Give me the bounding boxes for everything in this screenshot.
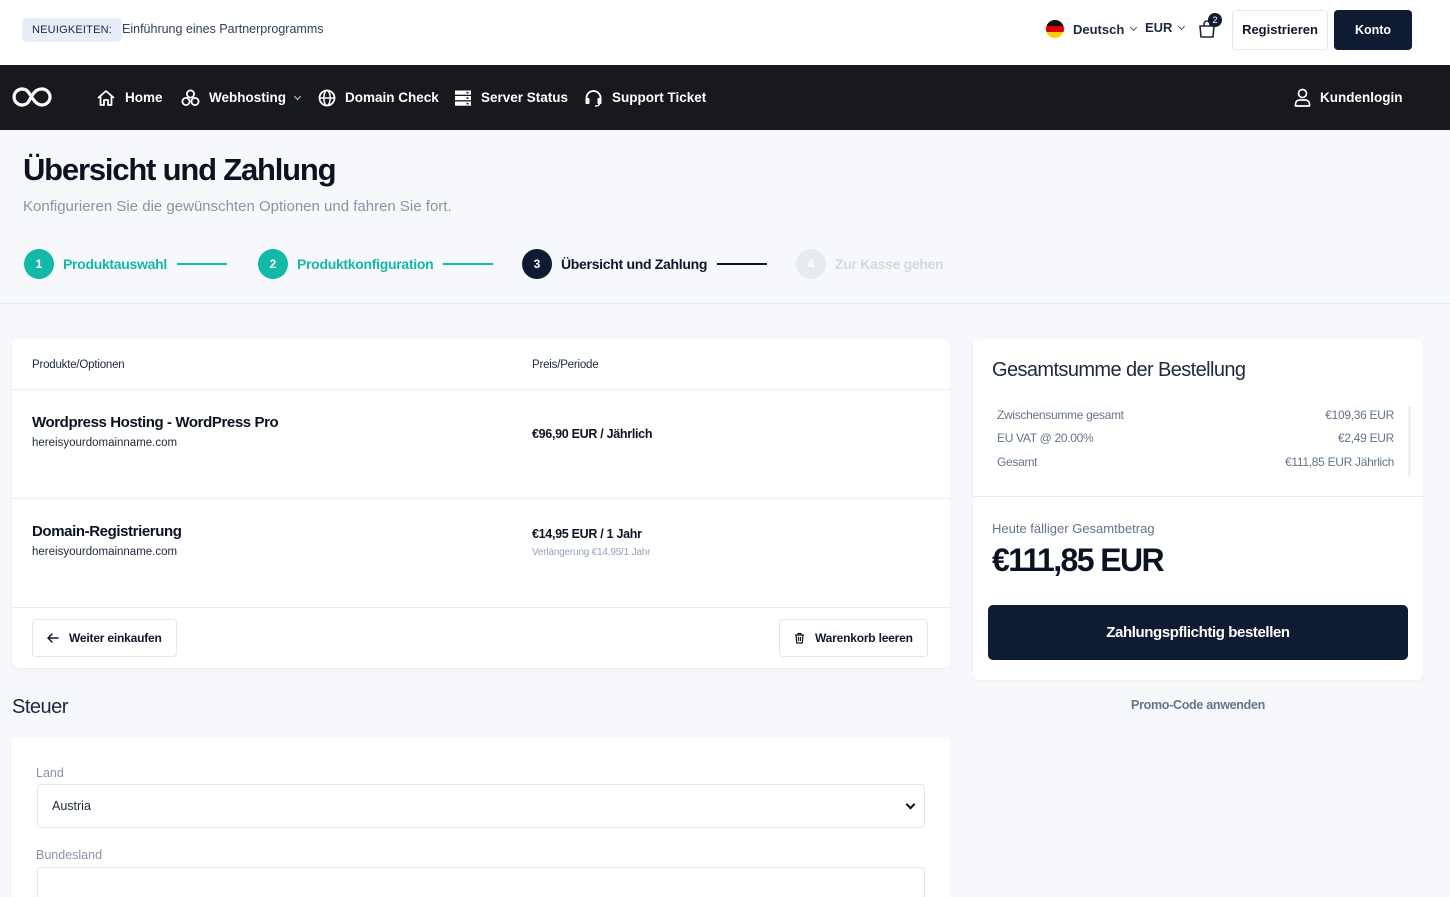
chevron-down-icon bbox=[905, 799, 916, 810]
column-header-price: Preis/Periode bbox=[532, 359, 599, 371]
currency-selector[interactable]: EUR bbox=[1145, 20, 1186, 35]
step-label: Produktkonfiguration bbox=[297, 256, 434, 272]
customer-login-label: Kundenlogin bbox=[1320, 90, 1403, 105]
continue-shopping-button[interactable]: Weiter einkaufen bbox=[32, 619, 177, 657]
cart-table: Produkte/Optionen Preis/Periode Wordpres… bbox=[12, 339, 950, 668]
nav-home[interactable]: Home bbox=[96, 65, 163, 130]
german-flag-icon bbox=[1046, 20, 1064, 38]
summary-value: €111,85 EUR Jährlich bbox=[1285, 455, 1394, 469]
product-price: €14,95 EUR / 1 Jahr bbox=[532, 527, 642, 541]
product-domain: hereisyourdomainname.com bbox=[32, 437, 178, 449]
tax-form: Land Austria Bundesland bbox=[12, 737, 950, 897]
nav-support-ticket[interactable]: Support Ticket bbox=[584, 65, 706, 130]
step-label: Produktauswahl bbox=[63, 256, 167, 272]
summary-value: €109,36 EUR bbox=[1325, 408, 1394, 422]
empty-cart-button[interactable]: Warenkorb leeren bbox=[779, 619, 928, 657]
column-header-products: Produkte/Optionen bbox=[32, 359, 125, 371]
step-product-selection[interactable]: 1 Produktauswahl bbox=[24, 249, 227, 279]
step-product-configuration[interactable]: 2 Produktkonfiguration bbox=[258, 249, 494, 279]
logo-icon[interactable] bbox=[12, 85, 52, 109]
news-link[interactable]: Einführung eines Partnerprogramms bbox=[122, 22, 324, 36]
news-badge: NEUIGKEITEN: bbox=[22, 18, 123, 42]
divider bbox=[12, 389, 950, 390]
customer-login-link[interactable]: Kundenlogin bbox=[1294, 65, 1402, 130]
step-number: 1 bbox=[24, 249, 54, 279]
main-nav: Home Webhosting Domain Check Server Stat… bbox=[0, 65, 1450, 130]
due-today-amount: €111,85 EUR bbox=[992, 542, 1165, 578]
cart-count-badge: 2 bbox=[1208, 13, 1222, 27]
place-order-button[interactable]: Zahlungspflichtig bestellen bbox=[988, 605, 1408, 660]
step-number: 3 bbox=[522, 249, 552, 279]
page-subtitle: Konfigurieren Sie die gewünschten Option… bbox=[23, 198, 452, 215]
arrow-left-icon bbox=[47, 633, 59, 643]
page-header: Übersicht und Zahlung Konfigurieren Sie … bbox=[0, 130, 1450, 304]
step-number: 4 bbox=[796, 249, 826, 279]
headset-icon bbox=[585, 89, 602, 107]
cubes-icon bbox=[181, 89, 200, 106]
user-icon bbox=[1294, 88, 1311, 107]
step-checkout: 4 Zur Kasse gehen bbox=[796, 249, 944, 279]
step-number: 2 bbox=[258, 249, 288, 279]
nav-domain-check[interactable]: Domain Check bbox=[318, 65, 439, 130]
product-domain: hereisyourdomainname.com bbox=[32, 546, 178, 558]
country-value: Austria bbox=[52, 799, 91, 813]
summary-label: EU VAT @ 20.00% bbox=[997, 431, 1094, 445]
divider bbox=[12, 498, 950, 499]
summary-scrollbar[interactable] bbox=[1408, 405, 1411, 477]
step-overview-payment: 3 Übersicht und Zahlung bbox=[522, 249, 768, 279]
order-summary: Gesamtsumme der Bestellung Zwischensumme… bbox=[973, 339, 1423, 680]
continue-shopping-label: Weiter einkaufen bbox=[69, 631, 162, 645]
chevron-down-icon bbox=[1130, 23, 1138, 32]
top-bar: NEUIGKEITEN: Einführung eines Partnerpro… bbox=[0, 0, 1450, 65]
nav-support-ticket-label: Support Ticket bbox=[612, 90, 707, 105]
product-name: Wordpress Hosting - WordPress Pro bbox=[32, 414, 279, 431]
step-connector bbox=[717, 263, 768, 265]
step-label: Übersicht und Zahlung bbox=[561, 256, 708, 272]
step-connector bbox=[176, 263, 227, 265]
chevron-down-icon bbox=[293, 92, 302, 100]
divider bbox=[973, 496, 1423, 497]
trash-icon bbox=[795, 632, 804, 644]
nav-webhosting-label: Webhosting bbox=[209, 90, 286, 105]
state-input[interactable] bbox=[37, 867, 925, 897]
account-button[interactable]: Konto bbox=[1334, 10, 1412, 50]
product-price: €96,90 EUR / Jährlich bbox=[532, 427, 653, 441]
page-title: Übersicht und Zahlung bbox=[23, 152, 337, 187]
product-name: Domain-Registrierung bbox=[32, 523, 182, 540]
summary-title: Gesamtsumme der Bestellung bbox=[992, 359, 1246, 381]
summary-label: Gesamt bbox=[997, 455, 1038, 469]
chevron-down-icon bbox=[1178, 22, 1186, 30]
currency-label: EUR bbox=[1145, 20, 1173, 35]
nav-webhosting[interactable]: Webhosting bbox=[181, 65, 302, 130]
nav-home-label: Home bbox=[125, 90, 163, 105]
divider bbox=[12, 607, 950, 608]
summary-row-subtotal: Zwischensumme gesamt €109,36 EUR bbox=[997, 408, 1394, 422]
apply-promo-code-link[interactable]: Promo-Code anwenden bbox=[973, 698, 1423, 712]
language-label: Deutsch bbox=[1073, 21, 1125, 37]
step-label: Zur Kasse gehen bbox=[835, 256, 944, 272]
home-icon bbox=[97, 89, 115, 106]
country-select[interactable]: Austria bbox=[37, 784, 925, 828]
summary-label: Zwischensumme gesamt bbox=[997, 408, 1124, 422]
summary-row-total: Gesamt €111,85 EUR Jährlich bbox=[997, 455, 1394, 469]
country-label: Land bbox=[36, 766, 64, 780]
tax-section-title: Steuer bbox=[12, 696, 68, 718]
renewal-price: Verlängerung €14,95/1 Jahr bbox=[532, 547, 651, 558]
nav-domain-check-label: Domain Check bbox=[345, 90, 439, 105]
summary-value: €2,49 EUR bbox=[1338, 431, 1394, 445]
summary-row-vat: EU VAT @ 20.00% €2,49 EUR bbox=[997, 431, 1394, 445]
nav-server-status[interactable]: Server Status bbox=[454, 65, 568, 130]
nav-server-status-label: Server Status bbox=[481, 90, 569, 105]
globe-icon bbox=[318, 89, 336, 106]
step-connector bbox=[443, 263, 494, 265]
state-label: Bundesland bbox=[36, 848, 103, 862]
empty-cart-label: Warenkorb leeren bbox=[815, 631, 913, 645]
language-selector[interactable]: Deutsch bbox=[1046, 20, 1138, 38]
register-button[interactable]: Registrieren bbox=[1232, 10, 1328, 50]
server-icon bbox=[455, 90, 471, 106]
due-today-label: Heute fälliger Gesamtbetrag bbox=[992, 521, 1155, 536]
